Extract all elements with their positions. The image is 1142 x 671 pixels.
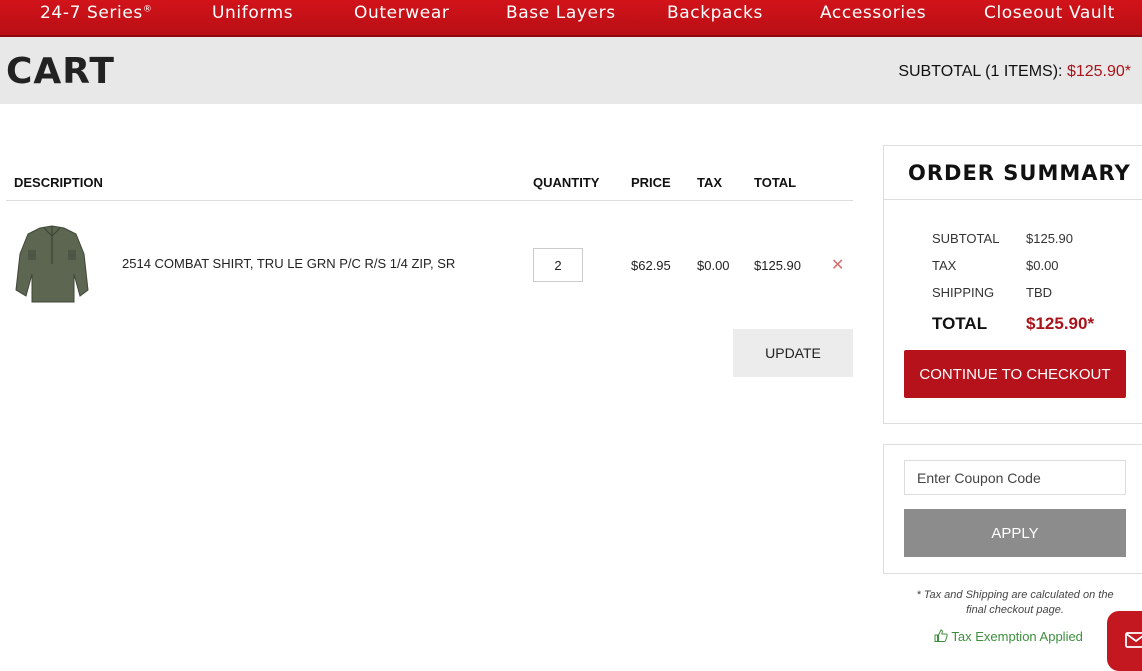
cart-header: CART SUBTOTAL (1 ITEMS): $125.90* [0,37,1142,104]
thumbs-up-icon [934,629,948,642]
header-subtotal-value: $125.90* [1066,63,1131,80]
nav-item-accessories[interactable]: Accessories [820,3,926,23]
col-header-price: PRICE [631,175,671,190]
checkout-note: * Tax and Shipping are calculated on the… [916,589,1114,616]
product-image[interactable] [14,224,90,304]
nav-item-uniforms[interactable]: Uniforms [212,3,293,23]
nav-item-base-layers[interactable]: Base Layers [506,3,616,23]
item-tax: $0.00 [697,258,730,273]
registered-mark: ® [142,4,153,15]
summary-total-value: $125.90* [1026,314,1095,333]
col-header-quantity: QUANTITY [533,175,600,190]
tax-exemption-label: Tax Exemption Applied [951,629,1083,644]
quantity-input[interactable] [533,248,583,282]
top-navigation: 24-7 Series® Uniforms Outerwear Base Lay… [0,0,1142,37]
order-summary-title: ORDER SUMMARY [908,161,1131,185]
continue-to-checkout-button[interactable]: CONTINUE TO CHECKOUT [904,350,1126,398]
page-title: CART [6,51,115,92]
header-subtotal: SUBTOTAL (1 ITEMS): $125.90* [898,63,1131,81]
summary-total-label: TOTAL [932,314,988,333]
summary-shipping-label: SHIPPING [932,285,995,300]
summary-subtotal-label: SUBTOTAL [932,231,1000,246]
nav-item-closeout-vault[interactable]: Closeout Vault [984,3,1115,23]
summary-tax-label: TAX [932,258,957,273]
coupon-code-input[interactable] [904,460,1126,495]
summary-divider [884,199,1142,200]
table-divider [6,200,853,201]
nav-item-outerwear[interactable]: Outerwear [354,3,449,23]
summary-shipping-value: TBD [1026,285,1052,300]
summary-tax-value: $0.00 [1026,258,1059,273]
mail-icon [1125,632,1142,648]
nav-item-24-7-series[interactable]: 24-7 Series® [40,3,152,23]
coupon-box: APPLY [883,444,1142,574]
order-summary: ORDER SUMMARY SUBTOTAL $125.90 TAX $0.00… [883,145,1142,424]
tax-exemption-status: Tax Exemption Applied [934,629,1083,644]
col-header-total: TOTAL [754,175,797,190]
item-description[interactable]: 2514 COMBAT SHIRT, TRU LE GRN P/C R/S 1/… [122,256,455,271]
col-header-description: DESCRIPTION [14,175,103,190]
summary-subtotal-value: $125.90 [1026,231,1073,246]
item-price: $62.95 [631,258,671,273]
header-subtotal-label: SUBTOTAL (1 ITEMS): [898,63,1063,80]
remove-item-close-icon[interactable]: ✕ [831,255,844,275]
update-button[interactable]: UPDATE [733,329,853,377]
chat-button[interactable] [1107,611,1142,671]
col-header-tax: TAX [697,175,723,190]
nav-item-backpacks[interactable]: Backpacks [667,3,763,23]
item-total: $125.90 [754,258,801,273]
apply-coupon-button[interactable]: APPLY [904,509,1126,557]
